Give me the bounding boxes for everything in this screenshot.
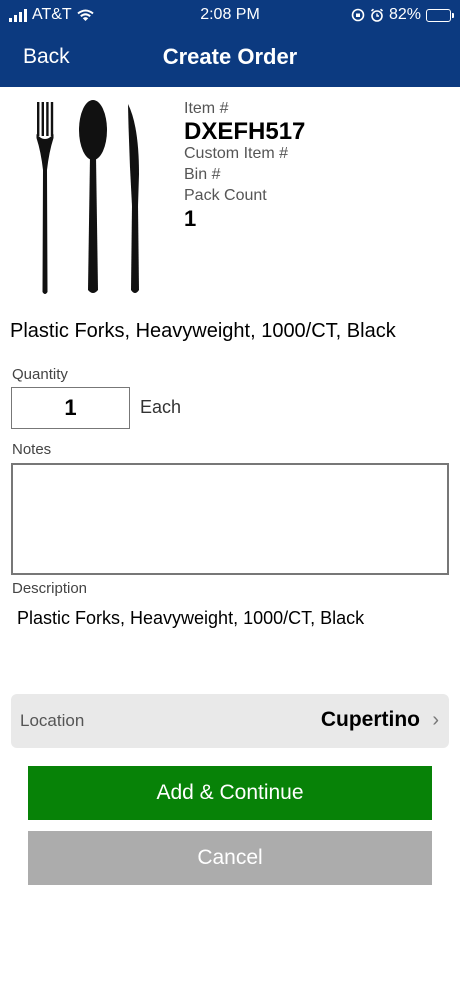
alarm-icon [370,8,384,22]
location-label: Location [20,711,85,730]
header: AT&T 2:08 PM 82% Back Create Order [0,0,460,87]
add-continue-button[interactable]: Add & Continue [28,766,432,820]
bin-label: Bin # [184,166,221,183]
item-number-value: DXEFH517 [184,118,306,145]
battery-percent: 82% [388,6,421,23]
custom-item-label: Custom Item # [184,145,289,162]
product-name: Plastic Forks, Heavyweight, 1000/CT, Bla… [10,320,396,342]
battery-icon [426,8,454,22]
rotation-lock-icon [351,8,365,22]
status-right: 82% [351,6,454,24]
item-number-label: Item # [184,100,229,117]
quantity-label: Quantity [12,366,68,383]
item-info: Item # DXEFH517 Custom Item # Bin # Pack… [184,100,305,233]
status-bar: AT&T 2:08 PM 82% [0,0,460,30]
description-label: Description [12,580,88,597]
description-value: Plastic Forks, Heavyweight, 1000/CT, Bla… [17,608,365,628]
pack-count-label: Pack Count [184,187,267,204]
cancel-button[interactable]: Cancel [28,831,432,885]
notes-input[interactable] [11,463,449,575]
location-value: Cupertino [320,708,420,731]
quantity-input[interactable]: 1 [11,387,130,429]
chevron-right-icon: › [432,709,439,731]
notes-label: Notes [12,441,52,458]
page-title: Create Order [162,44,298,69]
pack-count-value: 1 [184,206,197,231]
plastic-cutlery-image [36,100,139,294]
location-selector[interactable]: Location Cupertino › [11,694,449,748]
unit-label: Each [140,397,182,417]
